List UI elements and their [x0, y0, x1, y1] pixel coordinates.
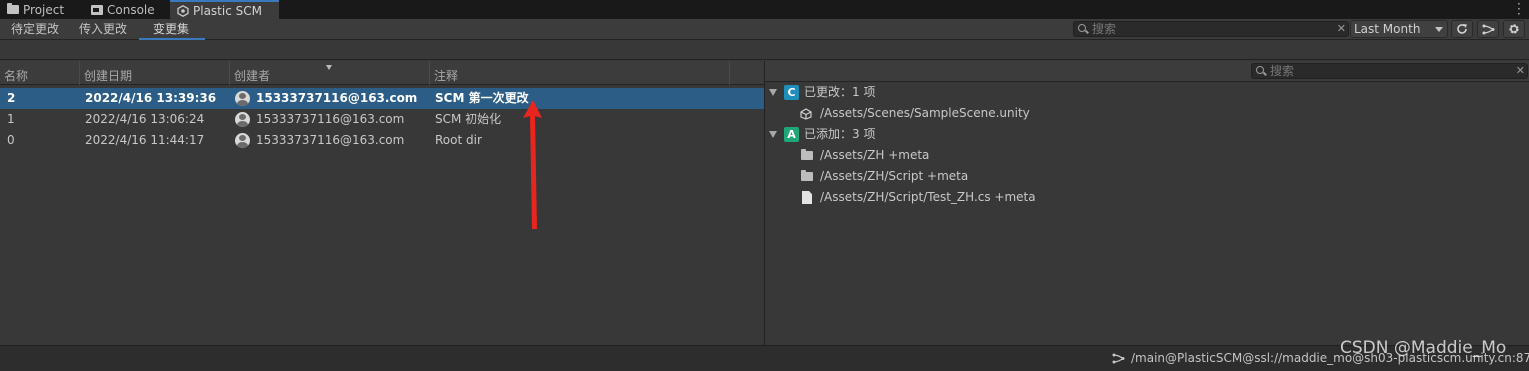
refresh-icon	[1457, 24, 1467, 34]
console-icon	[91, 4, 103, 15]
changeset-column-header: 名称 创建日期 创建者 注释	[0, 61, 764, 85]
changeset-row[interactable]: 2 2022/4/16 13:39:36 15333737116@163.com…	[0, 88, 764, 109]
date-filter-dropdown[interactable]: Last Month	[1350, 20, 1448, 38]
folder-icon	[7, 3, 19, 14]
column-spare	[729, 61, 764, 85]
tab-pending-changes[interactable]: 待定更改	[11, 19, 59, 40]
list-item[interactable]: /Assets/Scenes/SampleScene.unity	[765, 103, 1165, 124]
plastic-toolbar: 待定更改 传入更改 变更集 搜索 ✕ Last Month	[0, 19, 1529, 40]
changeset-row[interactable]: 1 2022/4/16 13:06:24 15333737116@163.com…	[0, 109, 764, 130]
changeset-details-panel: 搜索 ✕ C 已更改：1 项 /Assets/Scenes/SampleScen…	[765, 61, 1529, 345]
changeset-comment: SCM 初始化	[435, 112, 502, 126]
folder-icon	[801, 149, 813, 160]
avatar	[235, 112, 250, 127]
added-badge: A	[784, 127, 799, 142]
list-item[interactable]: /Assets/ZH +meta	[765, 145, 1165, 166]
toolbar-spacer	[0, 41, 1529, 60]
plastic-scm-icon	[177, 4, 189, 17]
settings-button[interactable]	[1503, 20, 1525, 38]
column-comment[interactable]: 注释	[429, 61, 729, 85]
tab-plastic-scm-label: Plastic SCM	[193, 3, 262, 18]
changed-badge: C	[784, 85, 799, 100]
column-date[interactable]: 创建日期	[79, 61, 229, 85]
changeset-search-input[interactable]: 搜索 ✕	[1073, 21, 1349, 37]
refresh-button[interactable]	[1451, 20, 1473, 38]
changed-group-header[interactable]: C 已更改：1 项	[765, 82, 1165, 103]
changeset-date: 2022/4/16 13:06:24	[85, 112, 205, 126]
tab-project[interactable]: Project	[0, 0, 84, 19]
changeset-creator: 15333737116@163.com	[256, 91, 418, 105]
clear-search-icon[interactable]: ✕	[1516, 64, 1525, 78]
tab-changesets[interactable]: 变更集	[139, 19, 205, 40]
changeset-creator: 15333737116@163.com	[256, 133, 405, 147]
changeset-comment: SCM 第一次更改	[435, 91, 529, 105]
date-filter-value: Last Month	[1354, 22, 1421, 36]
search-placeholder: 搜索	[1092, 22, 1117, 36]
watermark: CSDN @Maddie_Mo	[1340, 338, 1507, 358]
file-path: /Assets/ZH/Script/Test_ZH.cs +meta	[820, 190, 1036, 204]
editor-tab-strip: Project Console Plastic SCM · · ·	[0, 0, 1529, 20]
column-name[interactable]: 名称	[0, 61, 79, 85]
expand-triangle-icon[interactable]	[769, 89, 777, 96]
avatar	[235, 91, 250, 106]
changeset-name: 0	[7, 133, 15, 147]
tab-project-label: Project	[23, 2, 65, 17]
more-options-icon[interactable]: · · ·	[1517, 0, 1521, 20]
search-icon	[1078, 24, 1086, 32]
file-icon	[802, 191, 812, 204]
branch-button[interactable]	[1477, 20, 1499, 38]
added-group-label: 已添加：3 项	[804, 127, 876, 141]
added-group-header[interactable]: A 已添加：3 项	[765, 124, 1165, 145]
changeset-list-panel: 名称 创建日期 创建者 注释 2 2022/4/16 13:39:36 1533…	[0, 61, 764, 345]
gear-icon	[1509, 24, 1519, 34]
changeset-row[interactable]: 0 2022/4/16 11:44:17 15333737116@163.com…	[0, 130, 764, 151]
search-placeholder: 搜索	[1270, 64, 1295, 78]
avatar	[235, 133, 250, 148]
tab-incoming-changes[interactable]: 传入更改	[79, 19, 127, 40]
tab-console-label: Console	[107, 2, 155, 17]
details-search-input[interactable]: 搜索 ✕	[1251, 63, 1528, 79]
branch-icon	[1112, 353, 1125, 364]
file-path: /Assets/Scenes/SampleScene.unity	[820, 106, 1030, 120]
folder-icon	[801, 170, 813, 181]
file-path: /Assets/ZH +meta	[820, 148, 930, 162]
tab-plastic-scm[interactable]: Plastic SCM	[170, 0, 279, 19]
file-path: /Assets/ZH/Script +meta	[820, 169, 969, 183]
changeset-date: 2022/4/16 11:44:17	[85, 133, 205, 147]
search-icon	[1256, 66, 1264, 74]
branch-icon	[1482, 24, 1494, 34]
chevron-down-icon	[1435, 27, 1443, 32]
details-header: 搜索 ✕	[765, 61, 1529, 82]
changeset-date: 2022/4/16 13:39:36	[85, 91, 217, 105]
changed-group-label: 已更改：1 项	[804, 85, 876, 99]
changeset-name: 1	[7, 112, 15, 126]
expand-triangle-icon[interactable]	[769, 131, 777, 138]
changeset-name: 2	[7, 91, 16, 105]
unity-scene-icon	[800, 108, 812, 120]
sort-descending-icon	[326, 65, 332, 70]
clear-search-icon[interactable]: ✕	[1337, 22, 1346, 36]
changeset-creator: 15333737116@163.com	[256, 112, 405, 126]
list-item[interactable]: /Assets/ZH/Script/Test_ZH.cs +meta	[765, 187, 1165, 208]
status-bar: /main@PlasticSCM@ssl://maddie_mo@sh03-pl…	[0, 345, 1529, 371]
list-item[interactable]: /Assets/ZH/Script +meta	[765, 166, 1165, 187]
changeset-comment: Root dir	[435, 133, 482, 147]
tab-console[interactable]: Console	[84, 0, 170, 19]
